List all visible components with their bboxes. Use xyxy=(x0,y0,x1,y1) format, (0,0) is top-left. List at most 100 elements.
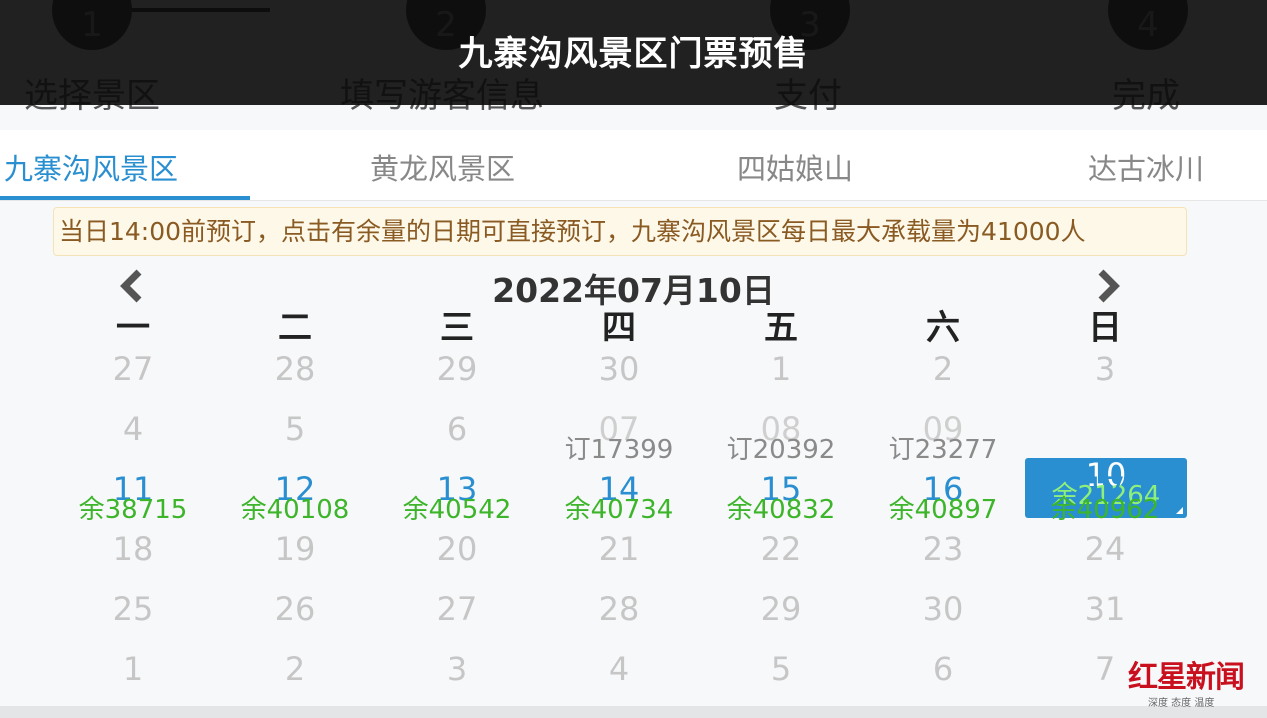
day-number: 27 xyxy=(436,590,478,628)
day-number: 24 xyxy=(1084,530,1126,568)
calendar-day: 30 xyxy=(862,588,1024,648)
bottom-strip xyxy=(0,706,1267,718)
calendar-day[interactable]: 17 余40962 xyxy=(1024,468,1186,528)
weekday-header: 二 xyxy=(278,308,312,348)
calendar-day[interactable]: 16 余40897 xyxy=(862,468,1024,528)
day-number: 20 xyxy=(436,530,478,568)
weekday-header: 四 xyxy=(602,308,636,348)
calendar-day: 20 xyxy=(376,528,538,588)
day-number: 1 xyxy=(122,650,144,688)
remaining-tickets: 余38715 xyxy=(78,495,188,525)
calendar-day: 21 xyxy=(538,528,700,588)
calendar-day: 2 xyxy=(862,348,1024,408)
calendar-day: 3 xyxy=(376,648,538,708)
calendar-day: 4 xyxy=(538,648,700,708)
day-number: 22 xyxy=(760,530,802,568)
calendar-day: 28 xyxy=(214,348,376,408)
calendar-day: 22 xyxy=(700,528,862,588)
calendar-day: 6 xyxy=(862,648,1024,708)
calendar-day: 08 订20392 xyxy=(700,408,862,468)
day-number: 4 xyxy=(122,410,144,448)
remaining-tickets: 余40108 xyxy=(240,495,350,525)
scenic-area-tabs: 九寨沟风景区 黄龙风景区 四姑娘山 达古冰川 xyxy=(0,130,1267,201)
calendar-day: 19 xyxy=(214,528,376,588)
day-number: 30 xyxy=(598,350,640,388)
day-number: 28 xyxy=(274,350,316,388)
weekday-header: 一 xyxy=(116,308,150,348)
tab-huanglong[interactable]: 黄龙风景区 xyxy=(370,146,515,188)
title-bar: 九寨沟风景区门票预售 xyxy=(0,0,1267,105)
day-number: 3 xyxy=(1094,350,1116,388)
calendar-day[interactable]: 15 余40832 xyxy=(700,468,862,528)
booking-notice: 当日14:00前预订，点击有余量的日期可直接预订，九寨沟风景区每日最大承载量为4… xyxy=(53,207,1187,256)
tab-siguniang[interactable]: 四姑娘山 xyxy=(737,146,853,188)
day-number: 23 xyxy=(922,530,964,568)
calendar-day: 25 xyxy=(52,588,214,648)
day-number: 3 xyxy=(446,650,468,688)
watermark-logo: 红星新闻 深度 态度 温度 xyxy=(1128,652,1263,709)
calendar-day[interactable]: 12 余40108 xyxy=(214,468,376,528)
calendar-day: 27 xyxy=(52,348,214,408)
remaining-tickets: 余40962 xyxy=(1050,495,1160,525)
active-tab-indicator xyxy=(0,196,250,200)
booked-count: 订20392 xyxy=(726,435,836,465)
booked-count: 订23277 xyxy=(888,435,998,465)
day-number: 21 xyxy=(598,530,640,568)
remaining-tickets: 余40542 xyxy=(402,495,512,525)
calendar-day: 24 xyxy=(1024,528,1186,588)
calendar-day: 5 xyxy=(700,648,862,708)
day-number: 25 xyxy=(112,590,154,628)
calendar-day: 26 xyxy=(214,588,376,648)
calendar-day: 29 xyxy=(700,588,862,648)
calendar-day: 23 xyxy=(862,528,1024,588)
calendar-day: 09 订23277 xyxy=(862,408,1024,468)
logo-wordmark: 红星新闻 xyxy=(1128,660,1245,695)
calendar-day: 4 xyxy=(52,408,214,468)
day-number: 5 xyxy=(284,410,306,448)
remaining-tickets: 余40897 xyxy=(888,495,998,525)
day-number: 5 xyxy=(770,650,792,688)
remaining-tickets: 余40734 xyxy=(564,495,674,525)
weekday-header: 日 xyxy=(1088,308,1122,348)
calendar-day: 1 xyxy=(700,348,862,408)
calendar-day: 3 xyxy=(1024,348,1186,408)
day-number: 2 xyxy=(932,350,954,388)
calendar-day: 1 xyxy=(52,648,214,708)
day-number: 31 xyxy=(1084,590,1126,628)
day-number: 29 xyxy=(760,590,802,628)
calendar-day[interactable]: 11 余38715 xyxy=(52,468,214,528)
day-number: 27 xyxy=(112,350,154,388)
calendar-day: 2 xyxy=(214,648,376,708)
day-number: 2 xyxy=(284,650,306,688)
tab-jiuzhaigou[interactable]: 九寨沟风景区 xyxy=(4,146,178,188)
calendar-day: 5 xyxy=(214,408,376,468)
day-number: 6 xyxy=(932,650,954,688)
day-number: 30 xyxy=(922,590,964,628)
day-number: 6 xyxy=(446,410,468,448)
day-number: 28 xyxy=(598,590,640,628)
day-number: 26 xyxy=(274,590,316,628)
weekday-header: 六 xyxy=(926,308,960,348)
day-number: 19 xyxy=(274,530,316,568)
calendar-day: 29 xyxy=(376,348,538,408)
calendar-day: 18 xyxy=(52,528,214,588)
calendar-day[interactable]: 13 余40542 xyxy=(376,468,538,528)
calendar-day: 27 xyxy=(376,588,538,648)
calendar-day: 28 xyxy=(538,588,700,648)
calendar-day: 6 xyxy=(376,408,538,468)
weekday-header: 三 xyxy=(440,308,474,348)
day-number: 4 xyxy=(608,650,630,688)
tab-dagu-glacier[interactable]: 达古冰川 xyxy=(1088,146,1204,188)
logo-tagline: 深度 态度 温度 xyxy=(1148,698,1215,709)
weekday-header: 五 xyxy=(764,308,798,348)
booked-count: 订17399 xyxy=(564,435,674,465)
day-number: 18 xyxy=(112,530,154,568)
calendar-day[interactable]: 14 余40734 xyxy=(538,468,700,528)
day-number: 29 xyxy=(436,350,478,388)
calendar-day: 30 xyxy=(538,348,700,408)
remaining-tickets: 余40832 xyxy=(726,495,836,525)
day-number: 1 xyxy=(770,350,792,388)
page-title: 九寨沟风景区门票预售 xyxy=(458,34,809,74)
calendar-day: 07 订17399 xyxy=(538,408,700,468)
calendar-day: 31 xyxy=(1024,588,1186,648)
